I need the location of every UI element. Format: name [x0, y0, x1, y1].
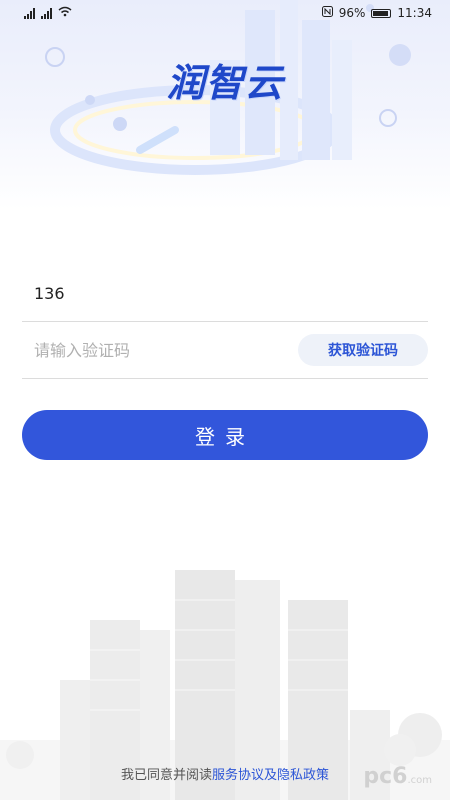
phone-field-row [22, 265, 428, 322]
watermark: pc6.com [363, 764, 432, 789]
battery-percent: 96% [338, 6, 366, 20]
status-bar: 96% 11:34 [0, 0, 450, 26]
battery-icon [371, 8, 392, 18]
agreement-link[interactable]: 服务协议及隐私政策 [212, 768, 329, 783]
watermark-suffix: .com [407, 775, 432, 786]
city-buildings-illustration [0, 570, 450, 800]
cellular-signal-icon-2 [41, 7, 52, 19]
clock-time: 11:34 [397, 6, 432, 20]
agreement-prefix: 我已同意并阅读 [120, 768, 212, 783]
header-banner: 润智云 [0, 0, 450, 210]
verification-code-input[interactable] [22, 340, 306, 360]
cellular-signal-icon [24, 7, 35, 19]
get-code-button[interactable]: 获取验证码 [298, 334, 428, 366]
app-logo: 润智云 [166, 60, 284, 105]
login-button[interactable]: 登录 [22, 410, 428, 460]
wifi-icon [58, 6, 72, 20]
watermark-text: pc6 [363, 764, 408, 789]
phone-input[interactable] [22, 283, 306, 303]
code-field-row: 获取验证码 [22, 322, 428, 379]
nfc-icon [321, 6, 333, 20]
